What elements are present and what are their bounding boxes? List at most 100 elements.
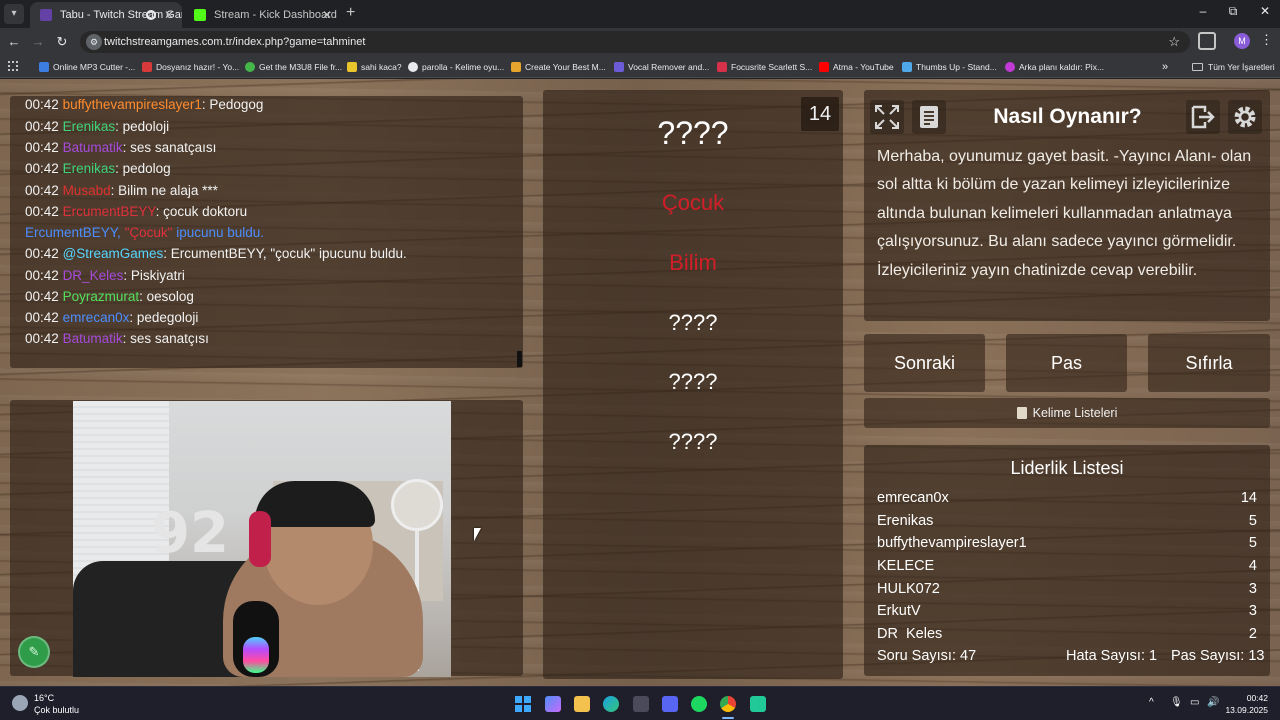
leaderboard-player-name: KELECE [877, 558, 935, 575]
chat-username[interactable]: ErcumentBEYY [63, 204, 156, 219]
copilot-icon[interactable] [545, 696, 561, 712]
browser-tab-bar: ▾ Tabu - Twitch Stream Games ✕ Stream - … [0, 0, 1280, 28]
bookmark-label: Thumbs Up - Stand... [916, 62, 997, 72]
bookmark-label: Create Your Best M... [525, 62, 606, 72]
chat-username[interactable]: buffythevampireslayer1 [63, 97, 202, 112]
leaderboard-list[interactable]: emrecan0x 14 Erenikas 5 buffythevampireslaye… [877, 490, 1257, 638]
microphone-tray-icon[interactable]: 🎙 [1170, 697, 1183, 708]
tab-kick-dashboard[interactable]: Stream - Kick Dashboard ✕ [184, 2, 340, 28]
edge-icon[interactable] [603, 696, 619, 712]
close-tab-icon[interactable]: ✕ [164, 2, 174, 28]
weather-cloud-icon[interactable] [12, 695, 28, 711]
chat-username[interactable]: emrecan0x [63, 310, 130, 325]
bookmark-item[interactable]: Dosyanız hazır! - Yo... [142, 56, 239, 78]
network-icon[interactable]: ▭ [1190, 697, 1199, 708]
chat-message: 00:42 Musabd: Bilim ne alaja *** [25, 183, 218, 198]
game-page: 00:42 buffythevampireslayer1: Pedogog 00:… [0, 79, 1280, 686]
bookmark-item[interactable]: Create Your Best M... [511, 56, 606, 78]
chat-username[interactable]: Musabd [63, 183, 111, 198]
restore-icon[interactable]: ⧉ [1223, 4, 1243, 19]
settings-gear-icon[interactable] [1228, 100, 1262, 134]
chat-username[interactable]: Batumatik [63, 331, 123, 346]
document-icon[interactable] [912, 100, 946, 134]
back-icon[interactable]: ← [4, 32, 24, 52]
chat-username[interactable]: @StreamGames [63, 246, 164, 261]
tray-overflow-icon[interactable]: ^ [1149, 697, 1154, 708]
bookmark-item[interactable]: Atma - YouTube [819, 56, 894, 78]
bookmarks-bar: Online MP3 Cutter -... Dosyanız hazır! -… [0, 56, 1280, 78]
leaderboard-player-name: DR_Keles [877, 626, 943, 638]
chat-message: 00:42 Poyrazmurat: oesolog [25, 289, 194, 304]
tab-search-icon[interactable]: ▾ [4, 4, 24, 24]
word-lists-label: Kelime Listeleri [1032, 406, 1118, 420]
bookmark-item[interactable]: Online MP3 Cutter -... [39, 56, 135, 78]
store-icon[interactable] [633, 696, 649, 712]
reload-icon[interactable]: ↻ [52, 32, 72, 52]
new-tab-icon[interactable]: + [346, 4, 355, 22]
exit-icon[interactable] [1186, 100, 1220, 134]
site-info-icon[interactable]: ⚙ [86, 34, 102, 50]
chat-message: 00:42 DR_Keles: Piskiyatri [25, 268, 185, 283]
bookmark-item[interactable]: Vocal Remover and... [614, 56, 709, 78]
next-button[interactable]: Sonraki [864, 334, 985, 392]
chat-username[interactable]: DR_Keles [63, 268, 124, 283]
chrome-icon[interactable] [720, 696, 736, 712]
chat-username[interactable]: Erenikas [63, 161, 116, 176]
leaderboard-player-name: HULK072 [877, 580, 940, 597]
windows-start-icon[interactable] [515, 696, 531, 712]
forward-icon[interactable]: → [28, 32, 48, 52]
leaderboard-player-score: 5 [1248, 512, 1257, 529]
file-explorer-icon[interactable] [574, 696, 590, 712]
profile-avatar[interactable]: M [1234, 33, 1250, 49]
minimize-icon[interactable]: – [1193, 4, 1213, 18]
bookmark-label: sahi kaca? [361, 62, 402, 72]
close-tab-icon[interactable]: ✕ [322, 2, 332, 28]
discord-icon[interactable] [662, 696, 678, 712]
volume-icon[interactable]: 🔊 [1207, 697, 1219, 708]
bookmark-item[interactable]: parolla - Kelime oyu... [408, 56, 504, 78]
bookmark-item[interactable]: Thumbs Up - Stand... [902, 56, 997, 78]
chat-username[interactable]: Batumatik [63, 140, 123, 155]
apps-grid-icon[interactable] [8, 61, 18, 71]
weather-description[interactable]: Çok bulutlu [34, 705, 79, 715]
extensions-icon[interactable] [1198, 32, 1216, 50]
weather-temperature[interactable]: 16°C [34, 693, 54, 703]
bookmark-item[interactable]: Focusrite Scarlett S... [717, 56, 812, 78]
chat-scrollbar[interactable] [517, 351, 522, 367]
clock-time[interactable]: 00:42 [1238, 693, 1268, 703]
chat-timestamp: 00:42 [25, 140, 59, 155]
chat-text: : çocuk doktoru [155, 204, 248, 219]
bookmark-item[interactable]: Arka planı kaldır: Pix... [1005, 56, 1104, 78]
forbidden-word: ???? [668, 429, 718, 454]
kick-app-icon[interactable] [750, 696, 766, 712]
bookmark-label: Focusrite Scarlett S... [731, 62, 813, 72]
bookmark-item[interactable]: Get the M3U8 File fr... [245, 56, 342, 78]
bookmark-favicon-icon [511, 62, 521, 72]
close-window-icon[interactable]: ✕ [1255, 4, 1275, 18]
spotify-icon[interactable] [691, 696, 707, 712]
bookmark-label: Dosyanız hazır! - Yo... [156, 62, 240, 72]
bookmark-favicon-icon [347, 62, 357, 72]
chat-username[interactable]: Poyrazmurat [63, 289, 140, 304]
tab-tabu[interactable]: Tabu - Twitch Stream Games ✕ [30, 2, 182, 28]
chat-username[interactable]: Erenikas [63, 119, 116, 134]
microphone-icon [243, 637, 269, 673]
bookmark-star-icon[interactable]: ☆ [1168, 31, 1180, 53]
leaderboard-row: Erenikas 5 [877, 513, 1257, 536]
all-bookmarks-folder[interactable]: Tüm Yer İşaretleri [1192, 56, 1275, 78]
chat-username[interactable]: ErcumentBEYY, [25, 225, 121, 240]
forbidden-word: Çocuk [661, 190, 725, 215]
chat-message: 00:42 @StreamGames: ErcumentBEYY, "çocuk… [25, 246, 407, 261]
bookmarks-overflow-icon[interactable]: » [1162, 56, 1168, 78]
clock-date[interactable]: 13.09.2025 [1220, 705, 1268, 715]
pass-button[interactable]: Pas [1006, 334, 1127, 392]
reset-button[interactable]: Sıfırla [1148, 334, 1270, 392]
bookmark-item[interactable]: sahi kaca? [347, 56, 402, 78]
address-bar[interactable]: ⚙ twitchstreamgames.com.tr/index.php?gam… [80, 31, 1190, 53]
more-menu-icon[interactable]: ⋮ [1260, 32, 1273, 48]
fullscreen-icon[interactable] [870, 100, 904, 134]
tool-button[interactable]: ✎ [18, 636, 50, 668]
pass-count: Pas Sayısı: 13 [1171, 648, 1265, 664]
chat-timestamp: 00:42 [25, 97, 59, 112]
word-lists-button[interactable]: Kelime Listeleri [864, 398, 1270, 428]
